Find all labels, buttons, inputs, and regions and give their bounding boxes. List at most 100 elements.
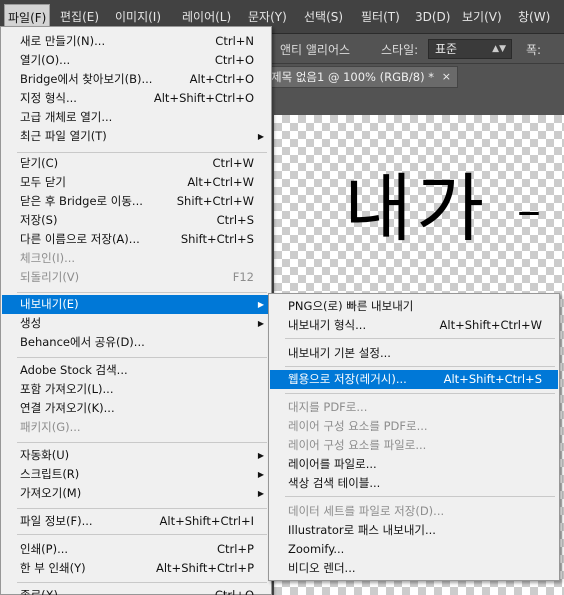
menu-item-shortcut: Ctrl+P bbox=[216, 542, 254, 556]
menu-item-save-for-web[interactable]: 웹용으로 저장(레거시)... Alt+Shift+Ctrl+S bbox=[270, 370, 558, 389]
menu-separator bbox=[17, 292, 267, 293]
menu-item-label: 다른 이름으로 저장(A)... bbox=[20, 232, 140, 246]
menu-item-print-one-copy[interactable]: 한 부 인쇄(Y) Alt+Shift+Ctrl+P bbox=[2, 559, 270, 578]
menu-item-label: 파일 정보(F)... bbox=[20, 514, 93, 528]
menu-item-label: 닫은 후 Bridge로 이동... bbox=[20, 194, 143, 208]
menu-separator bbox=[17, 357, 267, 358]
menu-item-label: 되돌리기(V) bbox=[20, 270, 80, 284]
menu-item-close-go-bridge[interactable]: 닫은 후 Bridge로 이동... Shift+Ctrl+W bbox=[2, 192, 270, 211]
menu-item-data-sets-to-files: 데이터 세트를 파일로 저장(D)... bbox=[270, 502, 558, 521]
menu-item-label: Bridge에서 찾아보기(B)... bbox=[20, 72, 153, 86]
menu-item-open-as[interactable]: 지정 형식... Alt+Shift+Ctrl+O bbox=[2, 89, 270, 108]
menu-item-label: Illustrator로 패스 내보내기... bbox=[288, 523, 436, 537]
menu-item-export-preferences[interactable]: 내보내기 기본 설정... bbox=[270, 344, 558, 363]
menu-item-close-all[interactable]: 모두 닫기 Alt+Ctrl+W bbox=[2, 173, 270, 192]
menu-item-export[interactable]: 내보내기(E) ▶ bbox=[2, 295, 270, 314]
menu-item-label: 포함 가져오기(L)... bbox=[20, 382, 114, 396]
file-menu: 새로 만들기(N)... Ctrl+N 열기(O)... Ctrl+O Bridge… bbox=[0, 26, 272, 595]
menu-item-zoomify[interactable]: Zoomify... bbox=[270, 540, 558, 559]
menu-item-label: 체크인(I)... bbox=[20, 251, 76, 265]
menu-item-label: 가져오기(M) bbox=[20, 486, 82, 500]
menu-separator bbox=[17, 442, 267, 443]
menu-item-print[interactable]: 인쇄(P)... Ctrl+P bbox=[2, 540, 270, 559]
menu-separator bbox=[285, 393, 555, 394]
menu-item-color-lookup-tables[interactable]: 색상 검색 테이블... bbox=[270, 474, 558, 493]
menu-3d[interactable]: 3D(D) bbox=[412, 4, 453, 30]
menu-item-open-recent[interactable]: 최근 파일 열기(T) ▶ bbox=[2, 127, 270, 146]
menu-item-label: 연결 가져오기(K)... bbox=[20, 401, 115, 415]
menu-item-file-info[interactable]: 파일 정보(F)... Alt+Shift+Ctrl+I bbox=[2, 512, 270, 531]
menu-item-place-embedded[interactable]: 포함 가져오기(L)... bbox=[2, 380, 270, 399]
canvas-text-layer: 내가 - bbox=[344, 166, 547, 252]
menu-item-label: 닫기(C) bbox=[20, 156, 59, 170]
menu-item-label: 지정 형식... bbox=[20, 91, 77, 105]
menu-separator bbox=[17, 508, 267, 509]
menu-item-label: 생성 bbox=[20, 316, 42, 330]
menu-item-import[interactable]: 가져오기(M) ▶ bbox=[2, 484, 270, 503]
menu-item-label: 인쇄(P)... bbox=[20, 542, 69, 556]
menu-item-close[interactable]: 닫기(C) Ctrl+W bbox=[2, 154, 270, 173]
submenu-arrow-icon: ▶ bbox=[257, 489, 264, 498]
menu-item-quick-export-png[interactable]: PNG으(로) 빠른 내보내기 bbox=[270, 297, 558, 316]
menu-item-label: 대지를 PDF로... bbox=[288, 400, 368, 414]
menu-item-scripts[interactable]: 스크립트(R) ▶ bbox=[2, 465, 270, 484]
menu-item-label: Behance에서 공유(D)... bbox=[20, 335, 145, 349]
menu-select[interactable]: 선택(S) bbox=[301, 4, 346, 30]
submenu-arrow-icon: ▶ bbox=[257, 132, 264, 141]
style-select[interactable]: 표준 ▲▼ bbox=[428, 39, 512, 59]
close-icon[interactable]: × bbox=[442, 67, 451, 87]
menu-item-shortcut: Alt+Shift+Ctrl+S bbox=[443, 372, 542, 386]
menu-view[interactable]: 보기(V) bbox=[459, 4, 505, 30]
menu-item-browse-bridge[interactable]: Bridge에서 찾아보기(B)... Alt+Ctrl+O bbox=[2, 70, 270, 89]
submenu-arrow-icon: ▶ bbox=[257, 470, 264, 479]
menu-item-open[interactable]: 열기(O)... Ctrl+O bbox=[2, 51, 270, 70]
menu-item-layers-to-files[interactable]: 레이어를 파일로... bbox=[270, 455, 558, 474]
submenu-arrow-icon: ▶ bbox=[257, 300, 264, 309]
menu-item-label: 색상 검색 테이블... bbox=[288, 476, 381, 490]
menu-item-label: 패키지(G)... bbox=[20, 420, 81, 434]
menu-item-label: 새로 만들기(N)... bbox=[20, 34, 106, 48]
select-arrows-icon: ▲▼ bbox=[492, 44, 506, 54]
menu-item-shortcut: Ctrl+Q bbox=[214, 588, 254, 595]
menu-item-label: 한 부 인쇄(Y) bbox=[20, 561, 86, 575]
menu-separator bbox=[285, 496, 555, 497]
menu-item-layer-comps-to-pdf: 레이어 구성 요소를 PDF로... bbox=[270, 417, 558, 436]
menu-item-shortcut: Alt+Ctrl+O bbox=[189, 72, 254, 86]
menu-item-revert: 되돌리기(V) F12 bbox=[2, 268, 270, 287]
menu-item-shortcut: Alt+Shift+Ctrl+P bbox=[155, 561, 254, 575]
menu-item-shortcut: Alt+Shift+Ctrl+W bbox=[439, 318, 542, 332]
export-submenu: PNG으(로) 빠른 내보내기 내보내기 형식... Alt+Shift+Ctrl… bbox=[268, 293, 560, 581]
menu-item-label: 내보내기(E) bbox=[20, 297, 79, 311]
menu-item-label: 레이어 구성 요소를 PDF로... bbox=[288, 419, 428, 433]
menu-item-package: 패키지(G)... bbox=[2, 418, 270, 437]
menu-item-exit[interactable]: 종료(X) Ctrl+Q bbox=[2, 586, 270, 595]
menu-item-generate[interactable]: 생성 ▶ bbox=[2, 314, 270, 333]
menu-item-label: 열기(O)... bbox=[20, 53, 71, 67]
menu-item-label: 내보내기 형식... bbox=[288, 318, 367, 332]
menu-item-export-as[interactable]: 내보내기 형식... Alt+Shift+Ctrl+W bbox=[270, 316, 558, 335]
menu-item-paths-to-illustrator[interactable]: Illustrator로 패스 내보내기... bbox=[270, 521, 558, 540]
menu-item-open-smart-object[interactable]: 고급 개체로 열기... bbox=[2, 108, 270, 127]
menu-item-shortcut: Ctrl+O bbox=[214, 53, 254, 67]
menu-item-render-video[interactable]: 비디오 렌더... bbox=[270, 559, 558, 578]
menu-item-automate[interactable]: 자동화(U) ▶ bbox=[2, 446, 270, 465]
menu-item-label: 데이터 세트를 파일로 저장(D)... bbox=[288, 504, 445, 518]
menu-item-shortcut: Ctrl+S bbox=[216, 213, 254, 227]
menu-filter[interactable]: 필터(T) bbox=[358, 4, 403, 30]
menu-item-search-adobe-stock[interactable]: Adobe Stock 검색... bbox=[2, 361, 270, 380]
menu-item-label: Adobe Stock 검색... bbox=[20, 363, 128, 377]
menu-separator bbox=[285, 366, 555, 367]
menu-item-shortcut: F12 bbox=[232, 270, 254, 284]
menu-item-shortcut: Alt+Ctrl+W bbox=[187, 175, 254, 189]
menu-separator bbox=[17, 582, 267, 583]
antialias-label[interactable]: 앤티 앨리어스 bbox=[280, 41, 350, 58]
menu-separator bbox=[17, 534, 267, 535]
menu-item-check-in: 체크인(I)... bbox=[2, 249, 270, 268]
menu-item-place-linked[interactable]: 연결 가져오기(K)... bbox=[2, 399, 270, 418]
menu-item-share-behance[interactable]: Behance에서 공유(D)... bbox=[2, 333, 270, 352]
menu-item-save-as[interactable]: 다른 이름으로 저장(A)... Shift+Ctrl+S bbox=[2, 230, 270, 249]
menu-window[interactable]: 창(W) bbox=[515, 4, 553, 30]
menu-item-label: PNG으(로) 빠른 내보내기 bbox=[288, 299, 414, 313]
menu-item-new[interactable]: 새로 만들기(N)... Ctrl+N bbox=[2, 32, 270, 51]
menu-item-save[interactable]: 저장(S) Ctrl+S bbox=[2, 211, 270, 230]
